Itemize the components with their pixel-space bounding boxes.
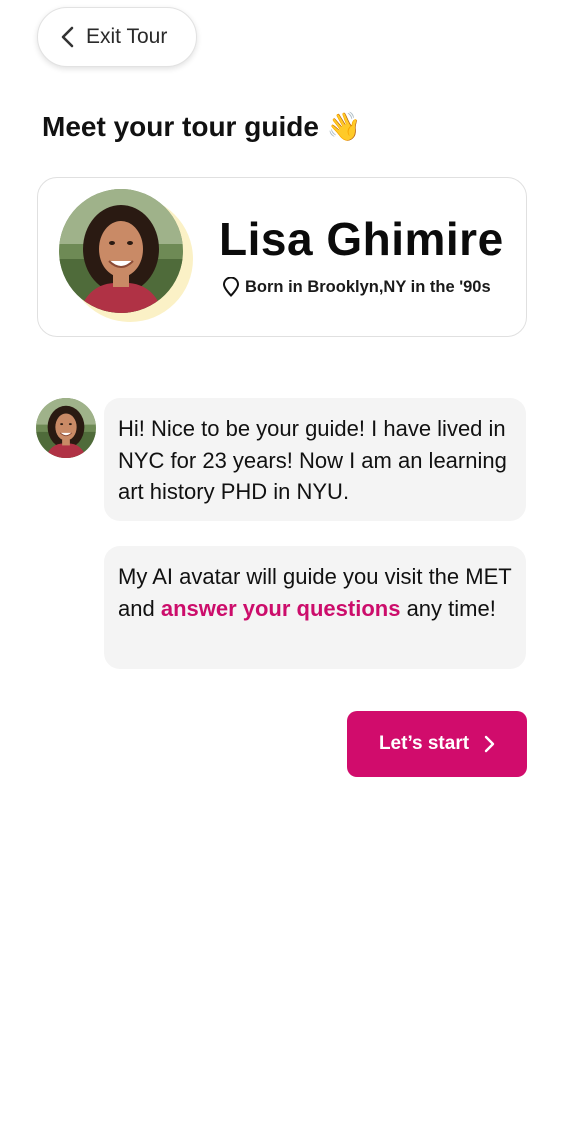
chevron-right-icon <box>483 735 495 753</box>
guide-avatar <box>59 189 183 313</box>
guide-location-text: Born in Brooklyn,NY in the '90s <box>245 277 491 296</box>
exit-tour-button[interactable]: Exit Tour <box>37 7 197 67</box>
exit-tour-label: Exit Tour <box>86 25 168 48</box>
page-title: Meet your tour guide 👋 <box>42 110 362 143</box>
guide-profile-card: Lisa Ghimire Born in Brooklyn,NY in the … <box>37 177 527 337</box>
answer-questions-highlight: answer your questions <box>160 595 401 621</box>
guide-location: Born in Brooklyn,NY in the '90s <box>222 277 491 297</box>
waving-hand-emoji: 👋 <box>326 110 362 143</box>
chat-message-text-end: any time! <box>400 595 496 621</box>
chat-message-text: Hi! Nice to be your guide! I have lived … <box>118 416 507 504</box>
guide-name: Lisa Ghimire <box>219 213 504 265</box>
chat-avatar <box>36 398 96 458</box>
lets-start-button[interactable]: Let’s start <box>347 711 527 777</box>
chevron-left-icon <box>60 26 76 48</box>
page-title-text: Meet your tour guide <box>42 110 319 142</box>
chat-message: Hi! Nice to be your guide! I have lived … <box>104 398 526 521</box>
lets-start-label: Let’s start <box>378 733 470 754</box>
chat-message: My AI avatar will guide you visit the ME… <box>104 546 526 669</box>
location-pin-icon <box>222 277 240 297</box>
